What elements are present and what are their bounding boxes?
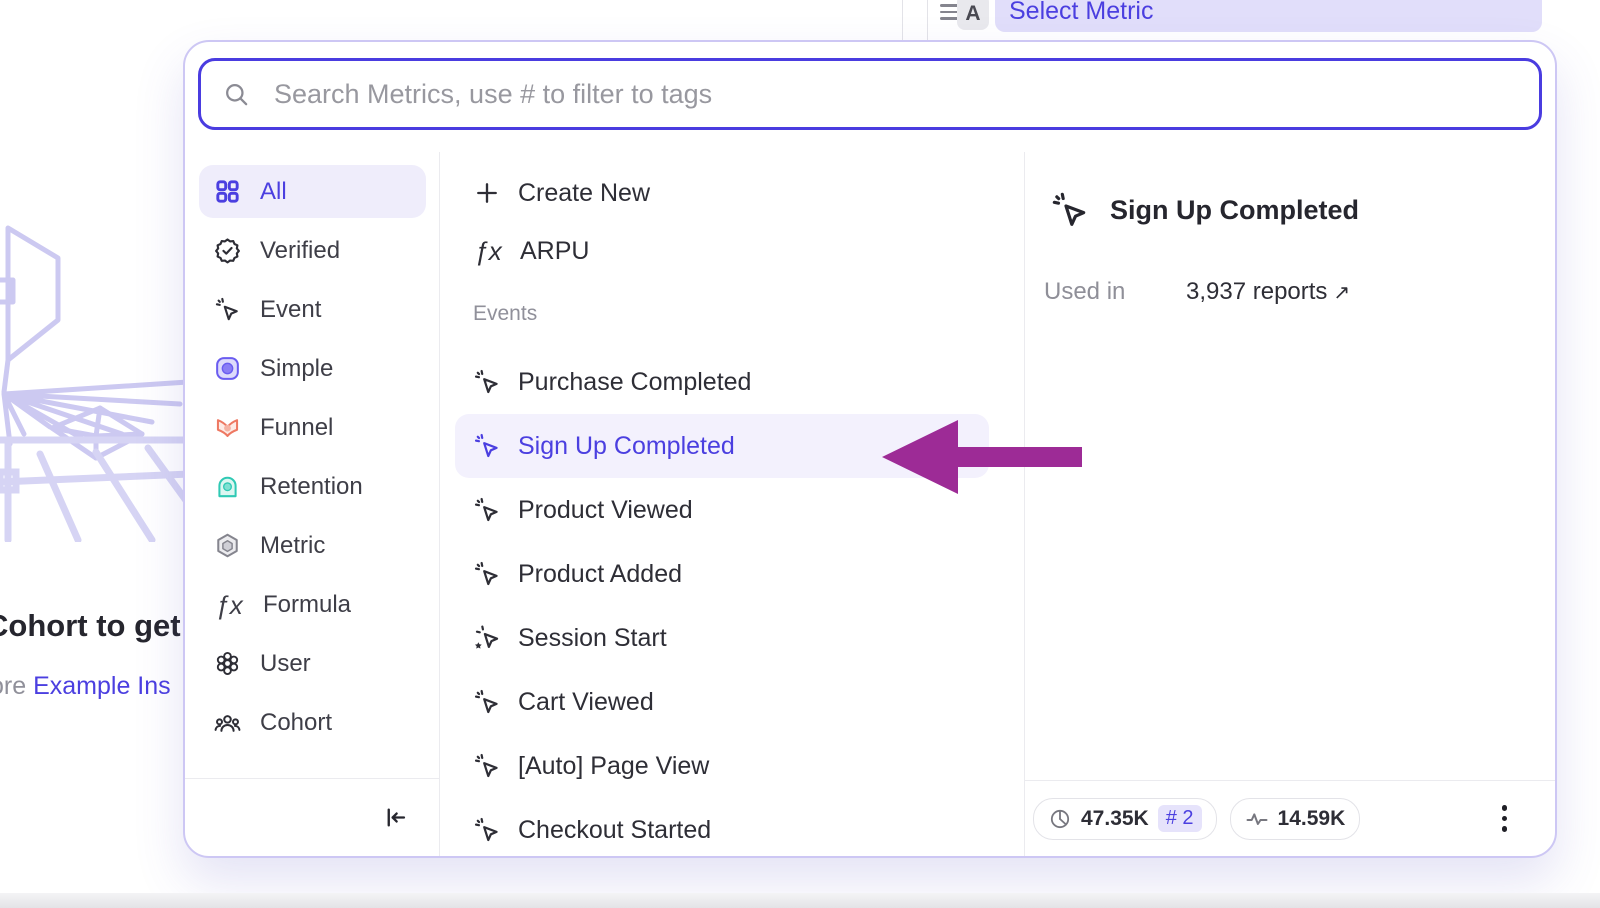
simple-square-icon	[214, 355, 241, 382]
panel-border	[927, 0, 928, 40]
report-count-badge[interactable]: 47.35K # 2	[1033, 798, 1217, 840]
collapse-panel-icon[interactable]	[382, 804, 409, 831]
event-item-product-added[interactable]: Product Added	[455, 542, 989, 606]
sidebar-item-user[interactable]: User	[199, 637, 426, 690]
background-subline-prefix: ore	[0, 672, 33, 700]
sidebar-item-verified[interactable]: Verified	[199, 224, 426, 277]
kebab-menu-icon[interactable]	[1498, 801, 1512, 836]
events-section-header: Events	[473, 302, 989, 326]
rank-chip: # 2	[1158, 805, 1202, 832]
sidebar-item-formula[interactable]: ƒx Formula	[199, 578, 426, 631]
metrics-list: Create New ƒx ARPU Events Purchase Compl…	[440, 152, 1025, 856]
search-icon	[223, 81, 250, 108]
event-cursor-icon	[473, 752, 501, 780]
event-cursor-icon	[473, 688, 501, 716]
event-cursor-icon	[1050, 190, 1090, 230]
event-cursor-first-time-icon	[473, 624, 501, 652]
background-wireframe-illustration	[0, 222, 190, 542]
event-cursor-icon	[473, 560, 501, 588]
sidebar-item-simple[interactable]: Simple	[199, 342, 426, 395]
clause-letter-badge: A	[957, 0, 989, 30]
background-subline: ore Example Ins	[0, 672, 171, 701]
event-item-label: [Auto] Page View	[518, 752, 709, 781]
sidebar-item-all[interactable]: All	[199, 165, 426, 218]
create-new-button[interactable]: Create New	[455, 164, 989, 222]
metric-detail-panel: Sign Up Completed Used in 3,937 reports ↗…	[1025, 152, 1555, 856]
event-cursor-icon	[473, 496, 501, 524]
metric-picker-modal: All Verified Event Simple Funnel	[183, 40, 1557, 858]
sidebar-item-label: User	[260, 650, 311, 678]
sidebar-item-label: Cohort	[260, 709, 332, 737]
funnel-icon	[214, 414, 241, 441]
activity-count-badge[interactable]: 14.59K	[1230, 798, 1361, 840]
event-item-label: Checkout Started	[518, 816, 711, 845]
grid-icon	[214, 178, 241, 205]
event-item-auto-page-view[interactable]: [Auto] Page View	[455, 734, 989, 798]
user-cluster-icon	[214, 650, 241, 677]
sidebar-item-label: Simple	[260, 355, 333, 383]
event-item-label: Product Viewed	[518, 496, 693, 525]
event-item-label: Session Start	[518, 624, 667, 653]
window-bottom-edge	[0, 893, 1600, 908]
sidebar-item-retention[interactable]: Retention	[199, 460, 426, 513]
event-item-label: Purchase Completed	[518, 368, 751, 397]
pie-chart-icon	[1048, 807, 1072, 831]
event-item-label: Cart Viewed	[518, 688, 654, 717]
sidebar-item-label: Retention	[260, 473, 363, 501]
event-item-purchase-completed[interactable]: Purchase Completed	[455, 350, 989, 414]
event-item-label: Sign Up Completed	[518, 432, 735, 461]
event-cursor-icon	[473, 816, 501, 844]
app-screen: Cohort to get s ore Example Ins A Select…	[0, 0, 1600, 908]
sidebar-item-cohort[interactable]: Cohort	[199, 696, 426, 749]
event-cursor-icon	[473, 368, 501, 396]
metrics-search-input[interactable]	[272, 78, 1517, 111]
list-item-label: ARPU	[520, 237, 589, 266]
detail-footer: 47.35K # 2 14.59K	[1025, 780, 1555, 856]
event-item-checkout-started[interactable]: Checkout Started	[455, 798, 989, 856]
list-item-arpu[interactable]: ƒx ARPU	[455, 222, 989, 280]
retention-arch-icon	[214, 473, 241, 500]
sidebar-item-funnel[interactable]: Funnel	[199, 401, 426, 454]
select-metric-label: Select Metric	[1009, 0, 1153, 26]
sidebar-item-label: Funnel	[260, 414, 333, 442]
used-in-label: Used in	[1044, 278, 1186, 306]
sidebar-item-event[interactable]: Event	[199, 283, 426, 336]
select-metric-field[interactable]: Select Metric	[995, 0, 1542, 32]
external-link-arrow-icon: ↗	[1333, 282, 1350, 304]
detail-title: Sign Up Completed	[1110, 195, 1359, 226]
event-item-cart-viewed[interactable]: Cart Viewed	[455, 670, 989, 734]
plus-icon	[473, 179, 501, 207]
sidebar-item-metric[interactable]: Metric	[199, 519, 426, 572]
sidebar-item-label: Metric	[260, 532, 325, 560]
metric-hexagon-icon	[214, 532, 241, 559]
cohort-people-icon	[214, 709, 241, 736]
sidebar-item-label: Event	[260, 296, 321, 324]
sidebar-item-label: Formula	[263, 591, 351, 619]
metric-type-sidebar: All Verified Event Simple Funnel	[185, 152, 440, 856]
sidebar-item-label: All	[260, 178, 287, 206]
event-item-session-start[interactable]: Session Start	[455, 606, 989, 670]
verified-badge-icon	[214, 237, 241, 264]
stat-value: 47.35K	[1081, 807, 1149, 831]
event-item-label: Product Added	[518, 560, 682, 589]
reports-link[interactable]: 3,937 reports ↗	[1186, 278, 1350, 306]
sidebar-item-label: Verified	[260, 237, 340, 265]
sidebar-footer	[185, 778, 439, 856]
event-cursor-icon	[214, 296, 241, 323]
background-headline: Cohort to get s	[0, 608, 206, 644]
metrics-search-box[interactable]	[198, 58, 1542, 130]
create-new-label: Create New	[518, 179, 650, 208]
annotation-arrow	[882, 419, 1082, 495]
panel-border	[902, 0, 903, 40]
activity-icon	[1245, 807, 1269, 831]
stat-value: 14.59K	[1278, 807, 1346, 831]
example-insights-link[interactable]: Example Ins	[33, 672, 171, 700]
event-cursor-icon	[473, 432, 501, 460]
formula-fx-icon: ƒx	[214, 592, 244, 618]
reports-count: 3,937 reports	[1186, 278, 1327, 305]
formula-fx-icon: ƒx	[473, 238, 503, 264]
